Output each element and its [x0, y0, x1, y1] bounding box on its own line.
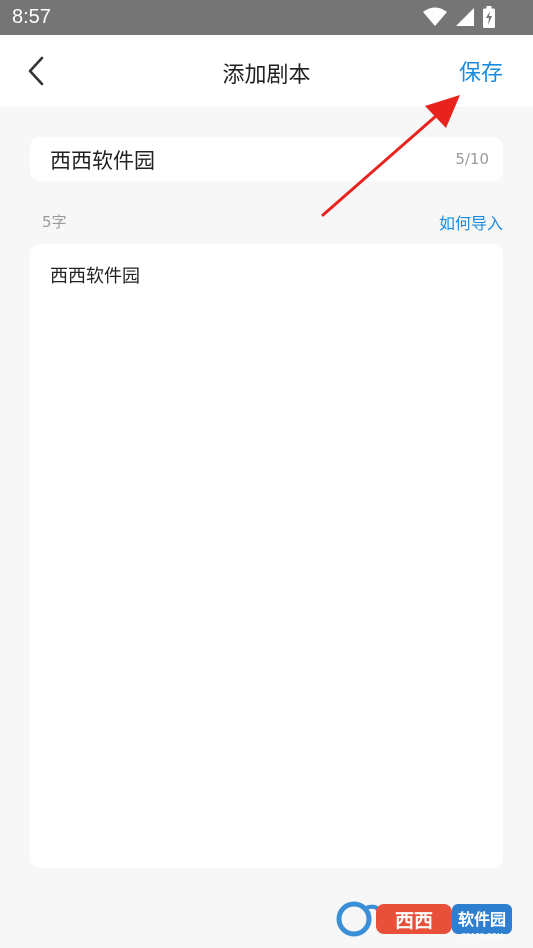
status-time: 8:57 — [12, 6, 51, 28]
app-bar: 添加剧本 保存 — [0, 35, 533, 107]
battery-charging-icon — [483, 6, 495, 28]
watermark-text-secondary: 软件园 — [458, 910, 506, 929]
signal-icon — [456, 8, 474, 26]
script-title-input[interactable] — [48, 143, 442, 177]
script-title-card: 5/10 — [30, 137, 503, 181]
save-button[interactable]: 保存 — [459, 55, 503, 87]
watermark-logo: 西西 软件园 CR173.COM — [336, 898, 516, 940]
script-content-card: 西西软件园 — [30, 244, 503, 868]
word-count: 5字 — [42, 213, 67, 231]
title-char-counter: 5/10 — [455, 150, 489, 168]
page-title: 添加剧本 — [222, 63, 311, 88]
watermark-text-main: 西西 — [395, 910, 433, 932]
status-bar: 8:57 — [0, 0, 533, 35]
how-to-import-link[interactable]: 如何导入 — [439, 210, 503, 234]
wifi-icon — [423, 7, 447, 26]
status-icons — [423, 6, 495, 28]
watermark-subtext: CR173.COM — [461, 932, 503, 940]
script-content-textarea[interactable]: 西西软件园 — [48, 262, 489, 856]
